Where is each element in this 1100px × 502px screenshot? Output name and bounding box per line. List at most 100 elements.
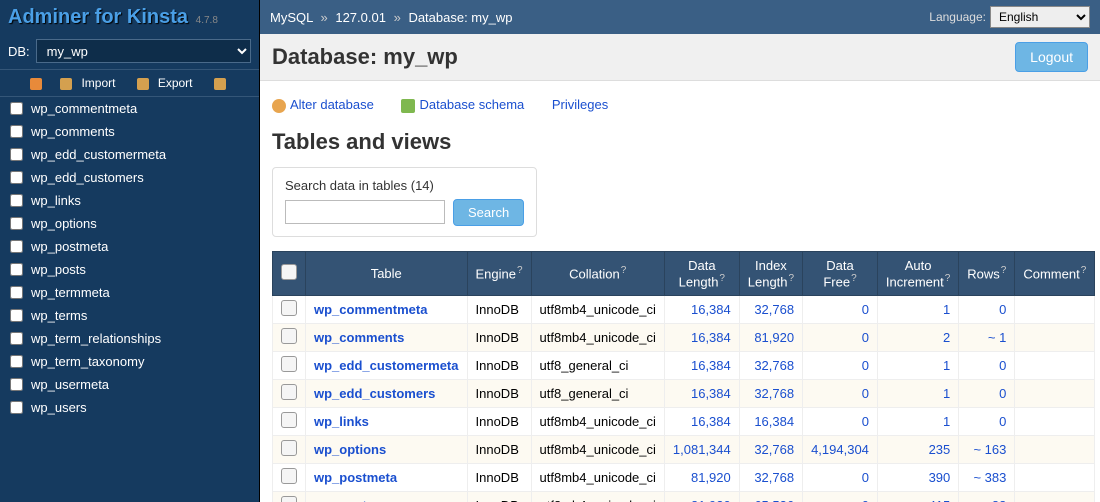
- table-name-link[interactable]: wp_links: [314, 414, 369, 429]
- help-icon[interactable]: ?: [1081, 265, 1087, 276]
- search-button[interactable]: Search: [453, 199, 524, 226]
- sidebar-table-link[interactable]: wp_users: [31, 400, 87, 415]
- sql-link[interactable]: [30, 76, 45, 90]
- sidebar-table-checkbox[interactable]: [10, 171, 23, 184]
- cell-data-free[interactable]: 0: [803, 407, 878, 435]
- create-link[interactable]: [214, 76, 229, 90]
- cell-index-length[interactable]: 32,768: [739, 295, 802, 323]
- cell-index-length[interactable]: 32,768: [739, 351, 802, 379]
- sidebar-table-link[interactable]: wp_terms: [31, 308, 87, 323]
- help-icon[interactable]: ?: [1001, 265, 1007, 276]
- sidebar-table-link[interactable]: wp_posts: [31, 262, 86, 277]
- cell-index-length[interactable]: 32,768: [739, 463, 802, 491]
- sidebar-table-checkbox[interactable]: [10, 263, 23, 276]
- sidebar-table-link[interactable]: wp_options: [31, 216, 97, 231]
- table-name-link[interactable]: wp_edd_customermeta: [314, 358, 459, 373]
- sidebar-table-checkbox[interactable]: [10, 355, 23, 368]
- sidebar-table-checkbox[interactable]: [10, 125, 23, 138]
- cell-rows[interactable]: 0: [959, 407, 1015, 435]
- cell-data-free[interactable]: 0: [803, 379, 878, 407]
- col-collation[interactable]: Collation?: [531, 251, 664, 295]
- cell-data-length[interactable]: 16,384: [664, 407, 739, 435]
- checkbox-all[interactable]: [281, 264, 297, 280]
- col-data-free[interactable]: Data Free?: [803, 251, 878, 295]
- import-link[interactable]: Import: [60, 76, 121, 90]
- cell-index-length[interactable]: 16,384: [739, 407, 802, 435]
- sidebar-table-checkbox[interactable]: [10, 309, 23, 322]
- cell-data-free[interactable]: 0: [803, 491, 878, 502]
- cell-rows[interactable]: 0: [959, 351, 1015, 379]
- cell-data-length[interactable]: 16,384: [664, 379, 739, 407]
- cell-index-length[interactable]: 32,768: [739, 379, 802, 407]
- row-checkbox[interactable]: [281, 356, 297, 372]
- language-select[interactable]: English: [990, 6, 1090, 28]
- help-icon[interactable]: ?: [621, 265, 627, 276]
- row-checkbox[interactable]: [281, 384, 297, 400]
- sidebar-table-link[interactable]: wp_commentmeta: [31, 101, 137, 116]
- sidebar-table-checkbox[interactable]: [10, 378, 23, 391]
- cell-data-free[interactable]: 4,194,304: [803, 435, 878, 463]
- sidebar-table-checkbox[interactable]: [10, 240, 23, 253]
- sidebar-table-link[interactable]: wp_postmeta: [31, 239, 108, 254]
- table-name-link[interactable]: wp_options: [314, 442, 386, 457]
- search-input[interactable]: [285, 200, 445, 224]
- cell-index-length[interactable]: 65,536: [739, 491, 802, 502]
- row-checkbox[interactable]: [281, 412, 297, 428]
- sidebar-table-link[interactable]: wp_edd_customermeta: [31, 147, 166, 162]
- cell-rows[interactable]: ~ 383: [959, 463, 1015, 491]
- cell-data-free[interactable]: 0: [803, 295, 878, 323]
- help-icon[interactable]: ?: [517, 265, 523, 276]
- col-table[interactable]: Table: [306, 251, 468, 295]
- sidebar-table-checkbox[interactable]: [10, 194, 23, 207]
- breadcrumb-mysql[interactable]: MySQL: [270, 10, 313, 25]
- cell-data-length[interactable]: 81,920: [664, 463, 739, 491]
- cell-data-length[interactable]: 16,384: [664, 295, 739, 323]
- table-name-link[interactable]: wp_edd_customers: [314, 386, 435, 401]
- sidebar-table-link[interactable]: wp_links: [31, 193, 81, 208]
- help-icon[interactable]: ?: [851, 273, 857, 284]
- col-comment[interactable]: Comment?: [1015, 251, 1095, 295]
- table-name-link[interactable]: wp_posts: [314, 498, 374, 502]
- cell-data-length[interactable]: 16,384: [664, 351, 739, 379]
- cell-auto-increment[interactable]: 2: [877, 323, 958, 351]
- cell-rows[interactable]: 0: [959, 295, 1015, 323]
- cell-auto-increment[interactable]: 415: [877, 491, 958, 502]
- table-name-link[interactable]: wp_postmeta: [314, 470, 397, 485]
- sidebar-table-link[interactable]: wp_term_taxonomy: [31, 354, 144, 369]
- cell-data-free[interactable]: 0: [803, 351, 878, 379]
- cell-data-length[interactable]: 1,081,344: [664, 435, 739, 463]
- sidebar-table-link[interactable]: wp_usermeta: [31, 377, 109, 392]
- cell-data-length[interactable]: 16,384: [664, 323, 739, 351]
- logout-button[interactable]: Logout: [1015, 42, 1088, 72]
- cell-auto-increment[interactable]: 1: [877, 351, 958, 379]
- cell-rows[interactable]: ~ 88: [959, 491, 1015, 502]
- help-icon[interactable]: ?: [719, 273, 725, 284]
- col-data-length[interactable]: Data Length?: [664, 251, 739, 295]
- cell-data-free[interactable]: 0: [803, 463, 878, 491]
- col-engine[interactable]: Engine?: [467, 251, 531, 295]
- table-name-link[interactable]: wp_comments: [314, 330, 404, 345]
- cell-auto-increment[interactable]: 235: [877, 435, 958, 463]
- cell-data-free[interactable]: 0: [803, 323, 878, 351]
- sidebar-table-link[interactable]: wp_term_relationships: [31, 331, 161, 346]
- col-rows[interactable]: Rows?: [959, 251, 1015, 295]
- row-checkbox[interactable]: [281, 468, 297, 484]
- row-checkbox[interactable]: [281, 300, 297, 316]
- sidebar-table-link[interactable]: wp_comments: [31, 124, 115, 139]
- sidebar-table-link[interactable]: wp_termmeta: [31, 285, 110, 300]
- cell-auto-increment[interactable]: 390: [877, 463, 958, 491]
- col-index-length[interactable]: Index Length?: [739, 251, 802, 295]
- cell-index-length[interactable]: 32,768: [739, 435, 802, 463]
- row-checkbox[interactable]: [281, 328, 297, 344]
- sidebar-table-checkbox[interactable]: [10, 217, 23, 230]
- help-icon[interactable]: ?: [945, 273, 951, 284]
- sidebar-table-checkbox[interactable]: [10, 102, 23, 115]
- sidebar-table-checkbox[interactable]: [10, 148, 23, 161]
- cell-data-length[interactable]: 81,920: [664, 491, 739, 502]
- cell-auto-increment[interactable]: 1: [877, 379, 958, 407]
- cell-auto-increment[interactable]: 1: [877, 407, 958, 435]
- sidebar-table-link[interactable]: wp_edd_customers: [31, 170, 144, 185]
- cell-rows[interactable]: ~ 163: [959, 435, 1015, 463]
- cell-rows[interactable]: 0: [959, 379, 1015, 407]
- sidebar-table-checkbox[interactable]: [10, 286, 23, 299]
